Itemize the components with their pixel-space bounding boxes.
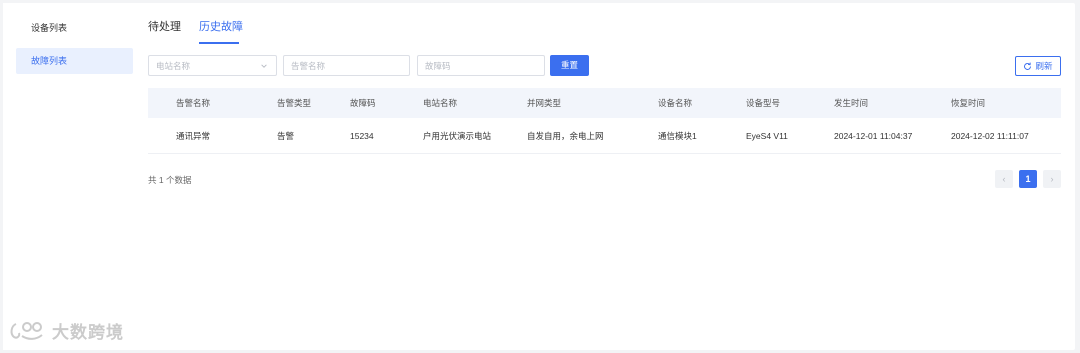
refresh-icon bbox=[1024, 62, 1032, 70]
header-device-name: 设备名称 bbox=[658, 98, 693, 108]
cell-alarm-type: 告警 bbox=[277, 130, 295, 141]
table-row[interactable]: 通讯异常 告警 15234 户用光伏演示电站 自发自用，余电上网 通信模块1 E… bbox=[148, 118, 1061, 154]
header-device-model: 设备型号 bbox=[746, 98, 781, 108]
current-page-button[interactable]: 1 bbox=[1019, 170, 1037, 188]
watermark-logo-icon bbox=[10, 321, 43, 340]
reset-button[interactable]: 重置 bbox=[550, 55, 589, 76]
header-station-name: 电站名称 bbox=[423, 98, 458, 108]
tab-history-faults[interactable]: 历史故障 bbox=[199, 18, 243, 34]
cell-device-name: 通信模块1 bbox=[658, 130, 697, 141]
header-grid-type: 并网类型 bbox=[527, 98, 562, 108]
total-count: 共 1 个数据 bbox=[148, 175, 192, 185]
station-select-input[interactable] bbox=[149, 56, 276, 75]
fault-code-field[interactable] bbox=[417, 55, 545, 76]
alarm-name-input[interactable] bbox=[284, 56, 409, 75]
header-fault-code: 故障码 bbox=[350, 98, 376, 108]
prev-page-button[interactable]: ‹ bbox=[995, 170, 1013, 188]
watermark-text: 大数跨境 bbox=[52, 323, 124, 342]
header-alarm-type: 告警类型 bbox=[277, 98, 312, 108]
cell-grid-type: 自发自用，余电上网 bbox=[527, 130, 604, 141]
sidebar-item-device-list[interactable]: 设备列表 bbox=[16, 15, 133, 41]
header-alarm-name: 告警名称 bbox=[176, 98, 211, 108]
cell-fault-code: 15234 bbox=[350, 130, 374, 141]
cell-occurred-time: 2024-12-01 11:04:37 bbox=[834, 130, 913, 141]
tab-pending[interactable]: 待处理 bbox=[148, 18, 181, 34]
refresh-button[interactable]: 刷新 bbox=[1015, 56, 1061, 76]
cell-recovered-time: 2024-12-02 11:11:07 bbox=[951, 130, 1029, 141]
cell-alarm-name: 通讯异常 bbox=[176, 130, 211, 141]
station-select[interactable] bbox=[148, 55, 277, 76]
table-header-row: 告警名称 告警类型 故障码 电站名称 并网类型 设备名称 设备型号 发生时间 恢… bbox=[148, 88, 1061, 118]
refresh-button-label: 刷新 bbox=[1035, 61, 1053, 71]
header-occurred-time: 发生时间 bbox=[834, 98, 869, 108]
cell-device-model: EyeS4 V11 bbox=[746, 130, 788, 141]
next-page-button[interactable]: › bbox=[1043, 170, 1061, 188]
chevron-down-icon bbox=[261, 64, 267, 68]
watermark: 大数跨境 bbox=[8, 318, 124, 343]
cell-station-name: 户用光伏演示电站 bbox=[423, 130, 492, 141]
active-tab-indicator bbox=[199, 42, 239, 44]
fault-table: 告警名称 告警类型 故障码 电站名称 并网类型 设备名称 设备型号 发生时间 恢… bbox=[148, 88, 1061, 154]
fault-code-input[interactable] bbox=[418, 56, 544, 75]
sidebar: 设备列表 故障列表 bbox=[3, 3, 136, 350]
header-recovered-time: 恢复时间 bbox=[951, 98, 986, 108]
alarm-name-field[interactable] bbox=[283, 55, 410, 76]
sidebar-item-fault-list[interactable]: 故障列表 bbox=[16, 48, 133, 74]
